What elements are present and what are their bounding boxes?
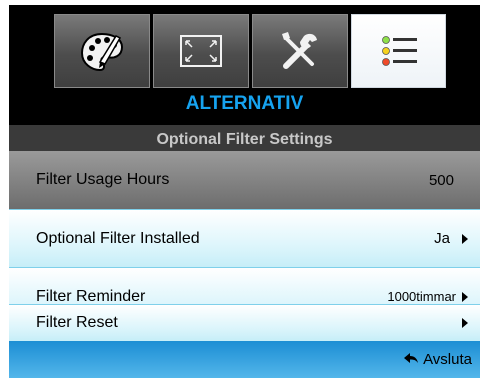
footer-bar: Avsluta [9,341,480,378]
menu-item-filter-usage-hours: Filter Usage Hours 500 [9,151,480,209]
menu-item-label: Filter Reminder [36,287,146,305]
chevron-right-icon [462,291,468,302]
tools-icon [276,28,324,74]
list-settings-icon [375,31,423,71]
palette-icon [78,28,126,74]
menu-item-label: Filter Usage Hours [36,171,170,188]
tab-options[interactable] [351,14,446,88]
menu-item-filter-reset[interactable]: Filter Reset [9,304,480,341]
menu-item-label: Optional Filter Installed [36,229,200,247]
menu-item-value: 1000timmar [387,289,456,304]
tab-bar [9,5,480,90]
chevron-right-icon [462,318,468,328]
tab-image-settings[interactable] [153,14,249,88]
tab-display-settings[interactable] [54,14,150,88]
chevron-right-icon [462,233,468,244]
tab-setup[interactable] [252,14,348,88]
exit-button[interactable]: Avsluta [423,351,472,368]
menu-item-value: Ja [434,230,450,247]
osd-menu: ALTERNATIV Optional Filter Settings Filt… [9,5,480,378]
menu-item-optional-filter-installed[interactable]: Optional Filter Installed Ja [9,209,480,267]
menu-item-label: Filter Reset [36,314,118,331]
menu-title: ALTERNATIV [185,93,304,114]
screen-resize-icon [177,31,225,71]
back-arrow-icon [403,351,419,368]
menu-item-value: 500 [428,171,454,189]
